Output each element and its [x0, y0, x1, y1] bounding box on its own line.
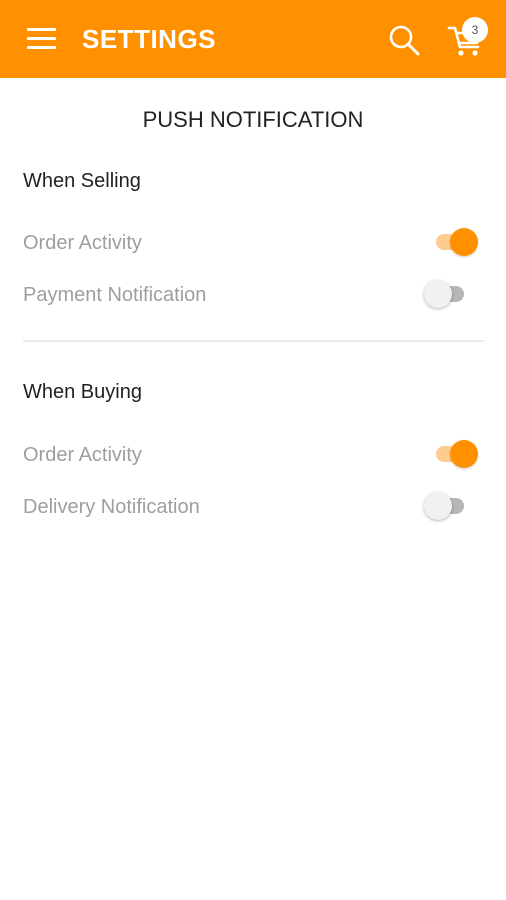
- delivery-notification-label: Delivery Notification: [23, 496, 200, 518]
- selling-order-activity-toggle[interactable]: [432, 227, 480, 257]
- delivery-notification-toggle[interactable]: [424, 491, 472, 521]
- toggle-knob: [424, 280, 452, 308]
- toggle-knob: [424, 492, 452, 520]
- payment-notification-label: Payment Notification: [23, 284, 207, 306]
- buying-order-activity-toggle[interactable]: [432, 439, 480, 469]
- selling-order-activity-label: Order Activity: [23, 232, 142, 254]
- toggle-knob: [450, 440, 478, 468]
- search-icon[interactable]: [386, 22, 422, 58]
- menu-icon[interactable]: [22, 22, 62, 56]
- cart-badge: 3: [462, 17, 488, 43]
- page-title: SETTINGS: [82, 24, 217, 54]
- group-title-buying: When Buying: [23, 381, 142, 403]
- toggle-knob: [450, 228, 478, 256]
- group-title-selling: When Selling: [23, 170, 141, 192]
- payment-notification-toggle[interactable]: [424, 279, 472, 309]
- app-bar: SETTINGS 3: [0, 0, 506, 78]
- buying-order-activity-label: Order Activity: [23, 444, 142, 466]
- divider: [23, 340, 484, 342]
- section-heading: PUSH NOTIFICATION: [142, 107, 364, 132]
